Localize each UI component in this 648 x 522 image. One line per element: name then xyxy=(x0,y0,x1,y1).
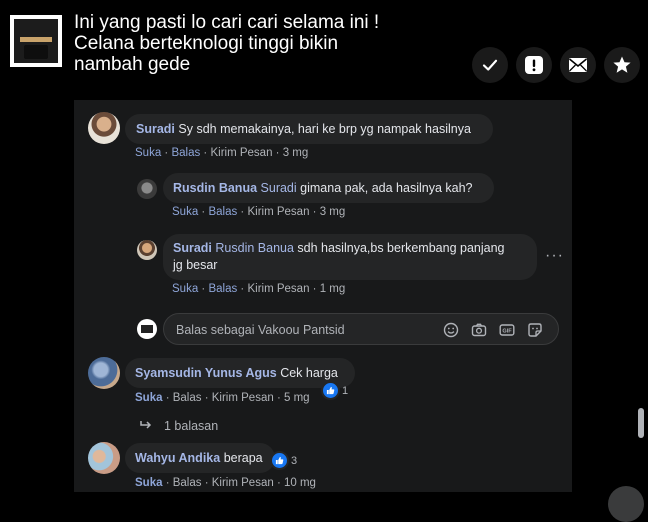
comment-bubble: Syamsudin Yunus Agus Cek harga xyxy=(125,358,355,388)
avatar[interactable] xyxy=(137,240,157,260)
current-user-avatar xyxy=(137,319,157,339)
check-button[interactable] xyxy=(472,47,508,83)
reply-bubble: Suradi Rusdin Banua sdh hasilnya,bs berk… xyxy=(163,234,537,280)
comment-text: gimana pak, ada hasilnya kah? xyxy=(300,181,473,195)
reaction-summary[interactable]: 3 xyxy=(272,453,297,468)
message-link[interactable]: Kirim Pesan xyxy=(212,477,274,489)
avatar[interactable] xyxy=(88,357,120,389)
like-link[interactable]: Suka xyxy=(172,206,198,218)
comment-actions: Suka · Balas · Kirim Pesan · 1 mg xyxy=(172,283,346,295)
comment-text: Sy sdh memakainya, hari ke brp yg nampak… xyxy=(178,122,471,136)
comment-actions: Suka · Balas · Kirim Pesan · 3 mg xyxy=(172,206,346,218)
reply-bubble: Rusdin Banua Suradi gimana pak, ada hasi… xyxy=(163,173,494,203)
reply-link[interactable]: Balas xyxy=(173,477,202,489)
emoji-icon[interactable] xyxy=(442,321,460,339)
report-button[interactable] xyxy=(516,47,552,83)
scroll-button[interactable] xyxy=(608,486,644,522)
comment-author[interactable]: Wahyu Andika xyxy=(135,451,220,465)
reply-link[interactable]: Balas xyxy=(208,206,237,218)
camera-icon[interactable] xyxy=(470,321,488,339)
svg-text:GIF: GIF xyxy=(502,329,512,335)
avatar[interactable] xyxy=(88,442,120,474)
mention[interactable]: Rusdin Banua xyxy=(215,241,294,255)
timestamp[interactable]: 3 mg xyxy=(283,147,309,159)
message-link[interactable]: Kirim Pesan xyxy=(247,206,309,218)
reaction-summary[interactable]: 1 xyxy=(323,383,348,398)
reaction-count: 3 xyxy=(291,454,298,467)
reply-arrow-icon xyxy=(140,419,152,433)
comment-bubble: Wahyu Andika berapa xyxy=(125,443,275,473)
like-link[interactable]: Suka xyxy=(135,477,163,489)
more-options-icon[interactable]: ··· xyxy=(545,247,564,265)
comment-author[interactable]: Syamsudin Yunus Agus xyxy=(135,366,277,380)
like-link[interactable]: Suka xyxy=(135,392,163,404)
comment-text: sdh hasilnya,bs berkembang panjang xyxy=(297,241,505,255)
check-icon xyxy=(481,56,499,74)
scrollbar-thumb[interactable] xyxy=(638,408,644,438)
timestamp[interactable]: 10 mg xyxy=(284,477,316,489)
comment-bubble: Suradi Sy sdh memakainya, hari ke brp yg… xyxy=(125,114,493,144)
star-icon xyxy=(612,55,632,75)
like-reaction-icon xyxy=(323,383,338,398)
like-link[interactable]: Suka xyxy=(135,147,161,159)
comment-author[interactable]: Suradi xyxy=(173,241,212,255)
post-header: Ini yang pasti lo cari cari selama ini !… xyxy=(0,0,648,100)
comment-author[interactable]: Rusdin Banua xyxy=(173,181,257,195)
reply-box: GIF xyxy=(163,313,559,345)
reply-input[interactable] xyxy=(174,320,428,340)
reply-link[interactable]: Balas xyxy=(173,392,202,404)
timestamp[interactable]: 5 mg xyxy=(284,392,310,404)
like-reaction-icon xyxy=(272,453,287,468)
mail-icon xyxy=(568,57,588,73)
message-button[interactable] xyxy=(560,47,596,83)
post-title: Ini yang pasti lo cari cari selama ini !… xyxy=(74,12,380,75)
avatar[interactable] xyxy=(88,112,120,144)
avatar[interactable] xyxy=(137,179,157,199)
view-replies-link[interactable]: 1 balasan xyxy=(140,419,218,433)
product-thumbnail[interactable] xyxy=(10,15,62,67)
message-link[interactable]: Kirim Pesan xyxy=(212,392,274,404)
comment-actions: Suka · Balas · Kirim Pesan · 5 mg xyxy=(135,392,310,404)
favorite-button[interactable] xyxy=(604,47,640,83)
comment-actions: Suka · Balas · Kirim Pesan · 10 mg xyxy=(135,477,316,489)
comments-panel: Suradi Sy sdh memakainya, hari ke brp yg… xyxy=(74,100,572,492)
reply-link[interactable]: Balas xyxy=(208,283,237,295)
gif-icon[interactable]: GIF xyxy=(498,321,516,339)
comment-author[interactable]: Suradi xyxy=(136,122,175,136)
comment-text: Cek harga xyxy=(280,366,338,380)
timestamp[interactable]: 3 mg xyxy=(320,206,346,218)
comment-actions: Suka · Balas · Kirim Pesan · 3 mg xyxy=(135,147,309,159)
timestamp[interactable]: 1 mg xyxy=(320,283,346,295)
comment-text: berapa xyxy=(223,451,263,465)
comment-text: jg besar xyxy=(173,258,218,272)
like-link[interactable]: Suka xyxy=(172,283,198,295)
mention[interactable]: Suradi xyxy=(261,181,297,195)
message-link[interactable]: Kirim Pesan xyxy=(247,283,309,295)
sticker-icon[interactable] xyxy=(526,321,544,339)
replies-count: 1 balasan xyxy=(164,419,219,433)
reaction-count: 1 xyxy=(342,384,349,397)
report-icon xyxy=(524,55,544,75)
reply-link[interactable]: Balas xyxy=(171,147,200,159)
message-link[interactable]: Kirim Pesan xyxy=(210,147,272,159)
